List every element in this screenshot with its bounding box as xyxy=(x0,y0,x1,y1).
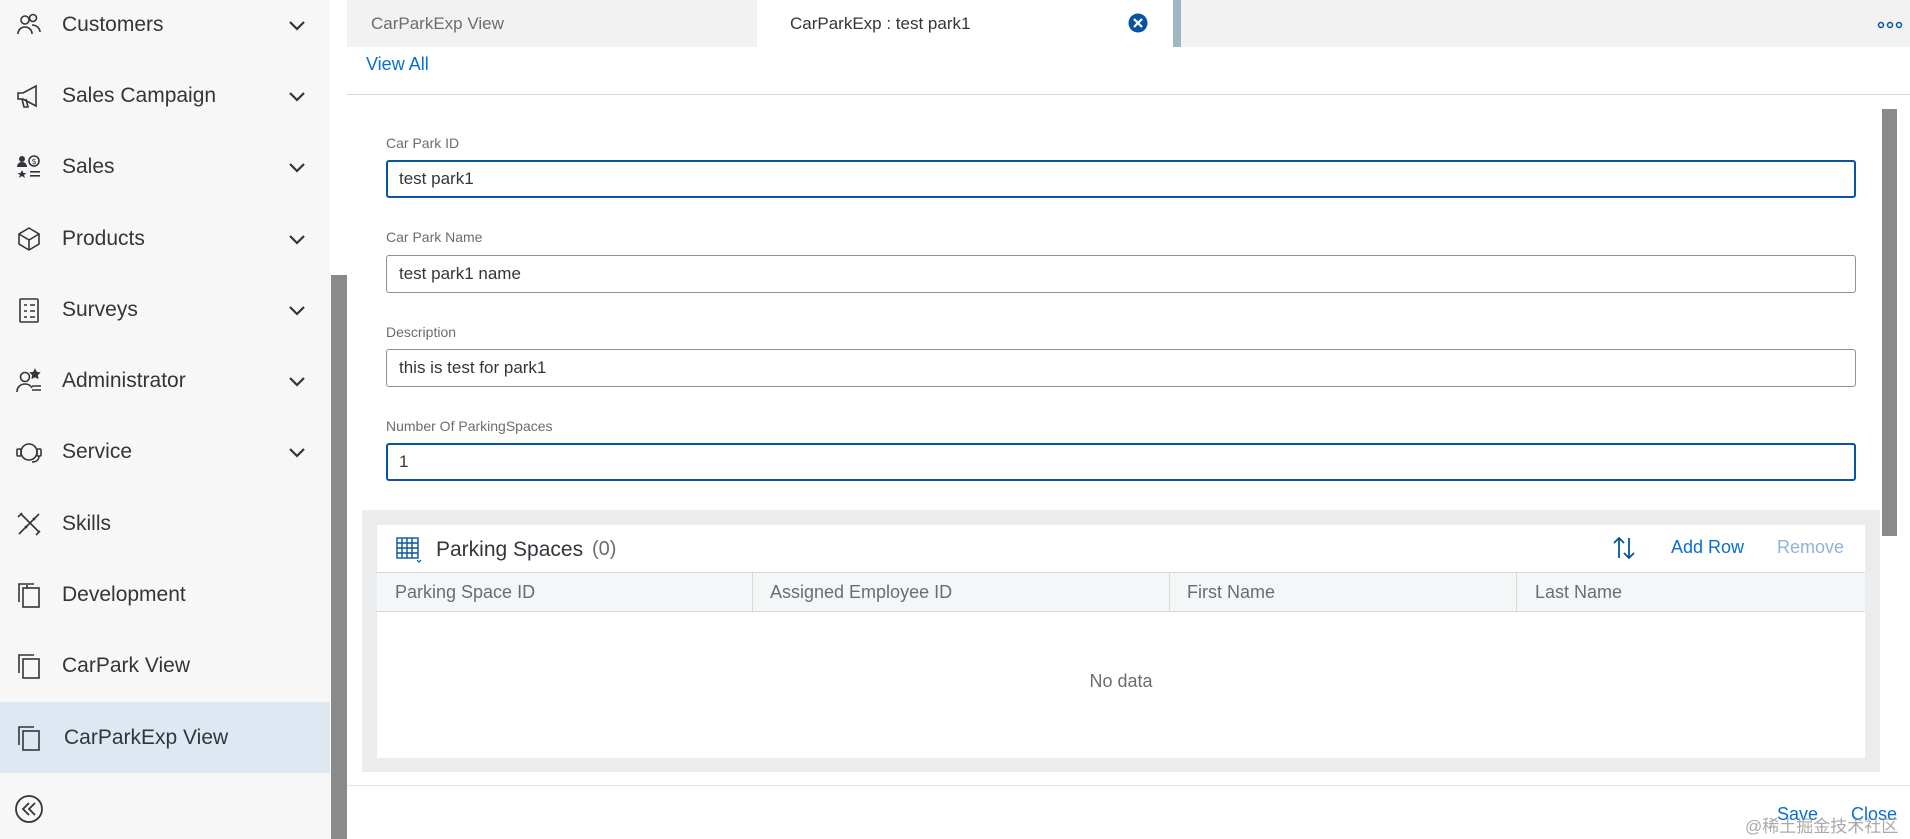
sidebar-item-carparkexp-view[interactable]: CarParkExp View xyxy=(0,702,330,773)
description-label: Description xyxy=(386,324,457,340)
tab-label: CarParkExp View xyxy=(371,13,504,33)
number-of-parking-spaces-input[interactable] xyxy=(386,443,1856,481)
sidebar-scrollbar[interactable] xyxy=(331,275,347,839)
sidebar-item-label: Development xyxy=(62,582,186,606)
sidebar: Customers Sales Campaign $ Sales Product… xyxy=(0,0,330,839)
tab-separator xyxy=(1173,0,1181,47)
megaphone-icon xyxy=(14,81,44,111)
sidebar-item-label: Surveys xyxy=(62,297,138,321)
chevron-down-icon[interactable] xyxy=(286,14,308,36)
column-separator xyxy=(1516,573,1517,611)
chevron-down-icon[interactable] xyxy=(286,228,308,250)
skills-icon xyxy=(14,509,44,539)
sidebar-item-administrator[interactable]: Administrator xyxy=(0,345,330,416)
sidebar-item-development[interactable]: Development xyxy=(0,559,330,630)
copy-icon xyxy=(14,580,44,610)
watermark: @稀土掘金技术社区 xyxy=(1745,817,1899,836)
sidebar-item-label: Skills xyxy=(62,511,112,535)
add-row-button[interactable]: Add Row xyxy=(1671,537,1744,558)
car-park-id-label: Car Park ID xyxy=(386,135,460,151)
number-of-parking-spaces-label: Number Of ParkingSpaces xyxy=(386,418,553,434)
svg-text:$: $ xyxy=(32,157,37,166)
close-icon[interactable] xyxy=(1127,12,1149,34)
survey-icon xyxy=(14,295,44,325)
chevron-down-icon[interactable] xyxy=(286,156,308,178)
sidebar-item-carpark-view[interactable]: CarPark View xyxy=(0,630,330,701)
sidebar-item-label: Products xyxy=(62,226,145,250)
column-header[interactable]: First Name xyxy=(1187,573,1275,611)
sidebar-item-sales-campaign[interactable]: Sales Campaign xyxy=(0,60,330,131)
chevron-down-icon[interactable] xyxy=(286,370,308,392)
sidebar-item-sales[interactable]: $ Sales xyxy=(0,131,330,202)
sort-icon[interactable] xyxy=(1610,534,1638,562)
column-header[interactable]: Last Name xyxy=(1535,573,1622,611)
sidebar-item-service[interactable]: Service xyxy=(0,416,330,487)
table-grid-icon[interactable] xyxy=(394,535,422,565)
chevron-down-icon[interactable] xyxy=(286,299,308,321)
no-data-text: No data xyxy=(1089,671,1153,691)
description-input[interactable] xyxy=(386,349,1856,387)
tab-carparkexp-test-park1[interactable]: CarParkExp : test park1 xyxy=(757,0,1177,47)
column-separator xyxy=(752,573,753,611)
main-scrollbar[interactable] xyxy=(1882,109,1897,536)
view-all-link[interactable]: View All xyxy=(366,54,429,75)
products-icon xyxy=(14,224,44,254)
sidebar-item-skills[interactable]: Skills xyxy=(0,488,330,559)
footer-divider xyxy=(347,785,1910,786)
sidebar-item-label: Administrator xyxy=(62,368,186,392)
customers-icon xyxy=(14,10,44,40)
tab-carparkexp-view[interactable]: CarParkExp View xyxy=(347,0,757,47)
sidebar-item-label: Customers xyxy=(62,12,164,36)
sidebar-item-label: CarPark View xyxy=(62,653,190,677)
sidebar-item-label: Service xyxy=(62,439,133,463)
sidebar-item-products[interactable]: Products xyxy=(0,203,330,274)
copy-icon xyxy=(14,723,44,753)
column-header[interactable]: Parking Space ID xyxy=(395,573,535,611)
administrator-icon xyxy=(14,366,44,396)
remove-button[interactable]: Remove xyxy=(1777,537,1844,558)
divider xyxy=(347,94,1910,95)
table-count: (0) xyxy=(592,538,617,560)
service-icon xyxy=(14,437,44,467)
sidebar-item-label: CarParkExp View xyxy=(64,725,229,749)
table-title: Parking Spaces xyxy=(436,538,584,561)
collapse-left-icon[interactable] xyxy=(14,794,44,824)
tab-label: CarParkExp : test park1 xyxy=(790,13,971,33)
column-header[interactable]: Assigned Employee ID xyxy=(770,573,952,611)
table-header: Parking Space ID Assigned Employee ID Fi… xyxy=(377,572,1865,612)
car-park-id-input[interactable] xyxy=(386,160,1856,198)
chevron-down-icon[interactable] xyxy=(286,441,308,463)
tab-bar: CarParkExp View CarParkExp : test park1 xyxy=(347,0,1910,47)
sidebar-item-customers[interactable]: Customers xyxy=(0,0,330,60)
copy-icon xyxy=(14,651,44,681)
sidebar-item-label: Sales Campaign xyxy=(62,83,217,107)
car-park-name-label: Car Park Name xyxy=(386,229,483,245)
car-park-name-input[interactable] xyxy=(386,255,1856,293)
sidebar-item-surveys[interactable]: Surveys xyxy=(0,274,330,345)
more-icon[interactable] xyxy=(1875,17,1905,31)
sidebar-item-label: Sales xyxy=(62,154,115,178)
sales-icon: $ xyxy=(14,152,44,182)
column-separator xyxy=(1169,573,1170,611)
chevron-down-icon[interactable] xyxy=(286,85,308,107)
